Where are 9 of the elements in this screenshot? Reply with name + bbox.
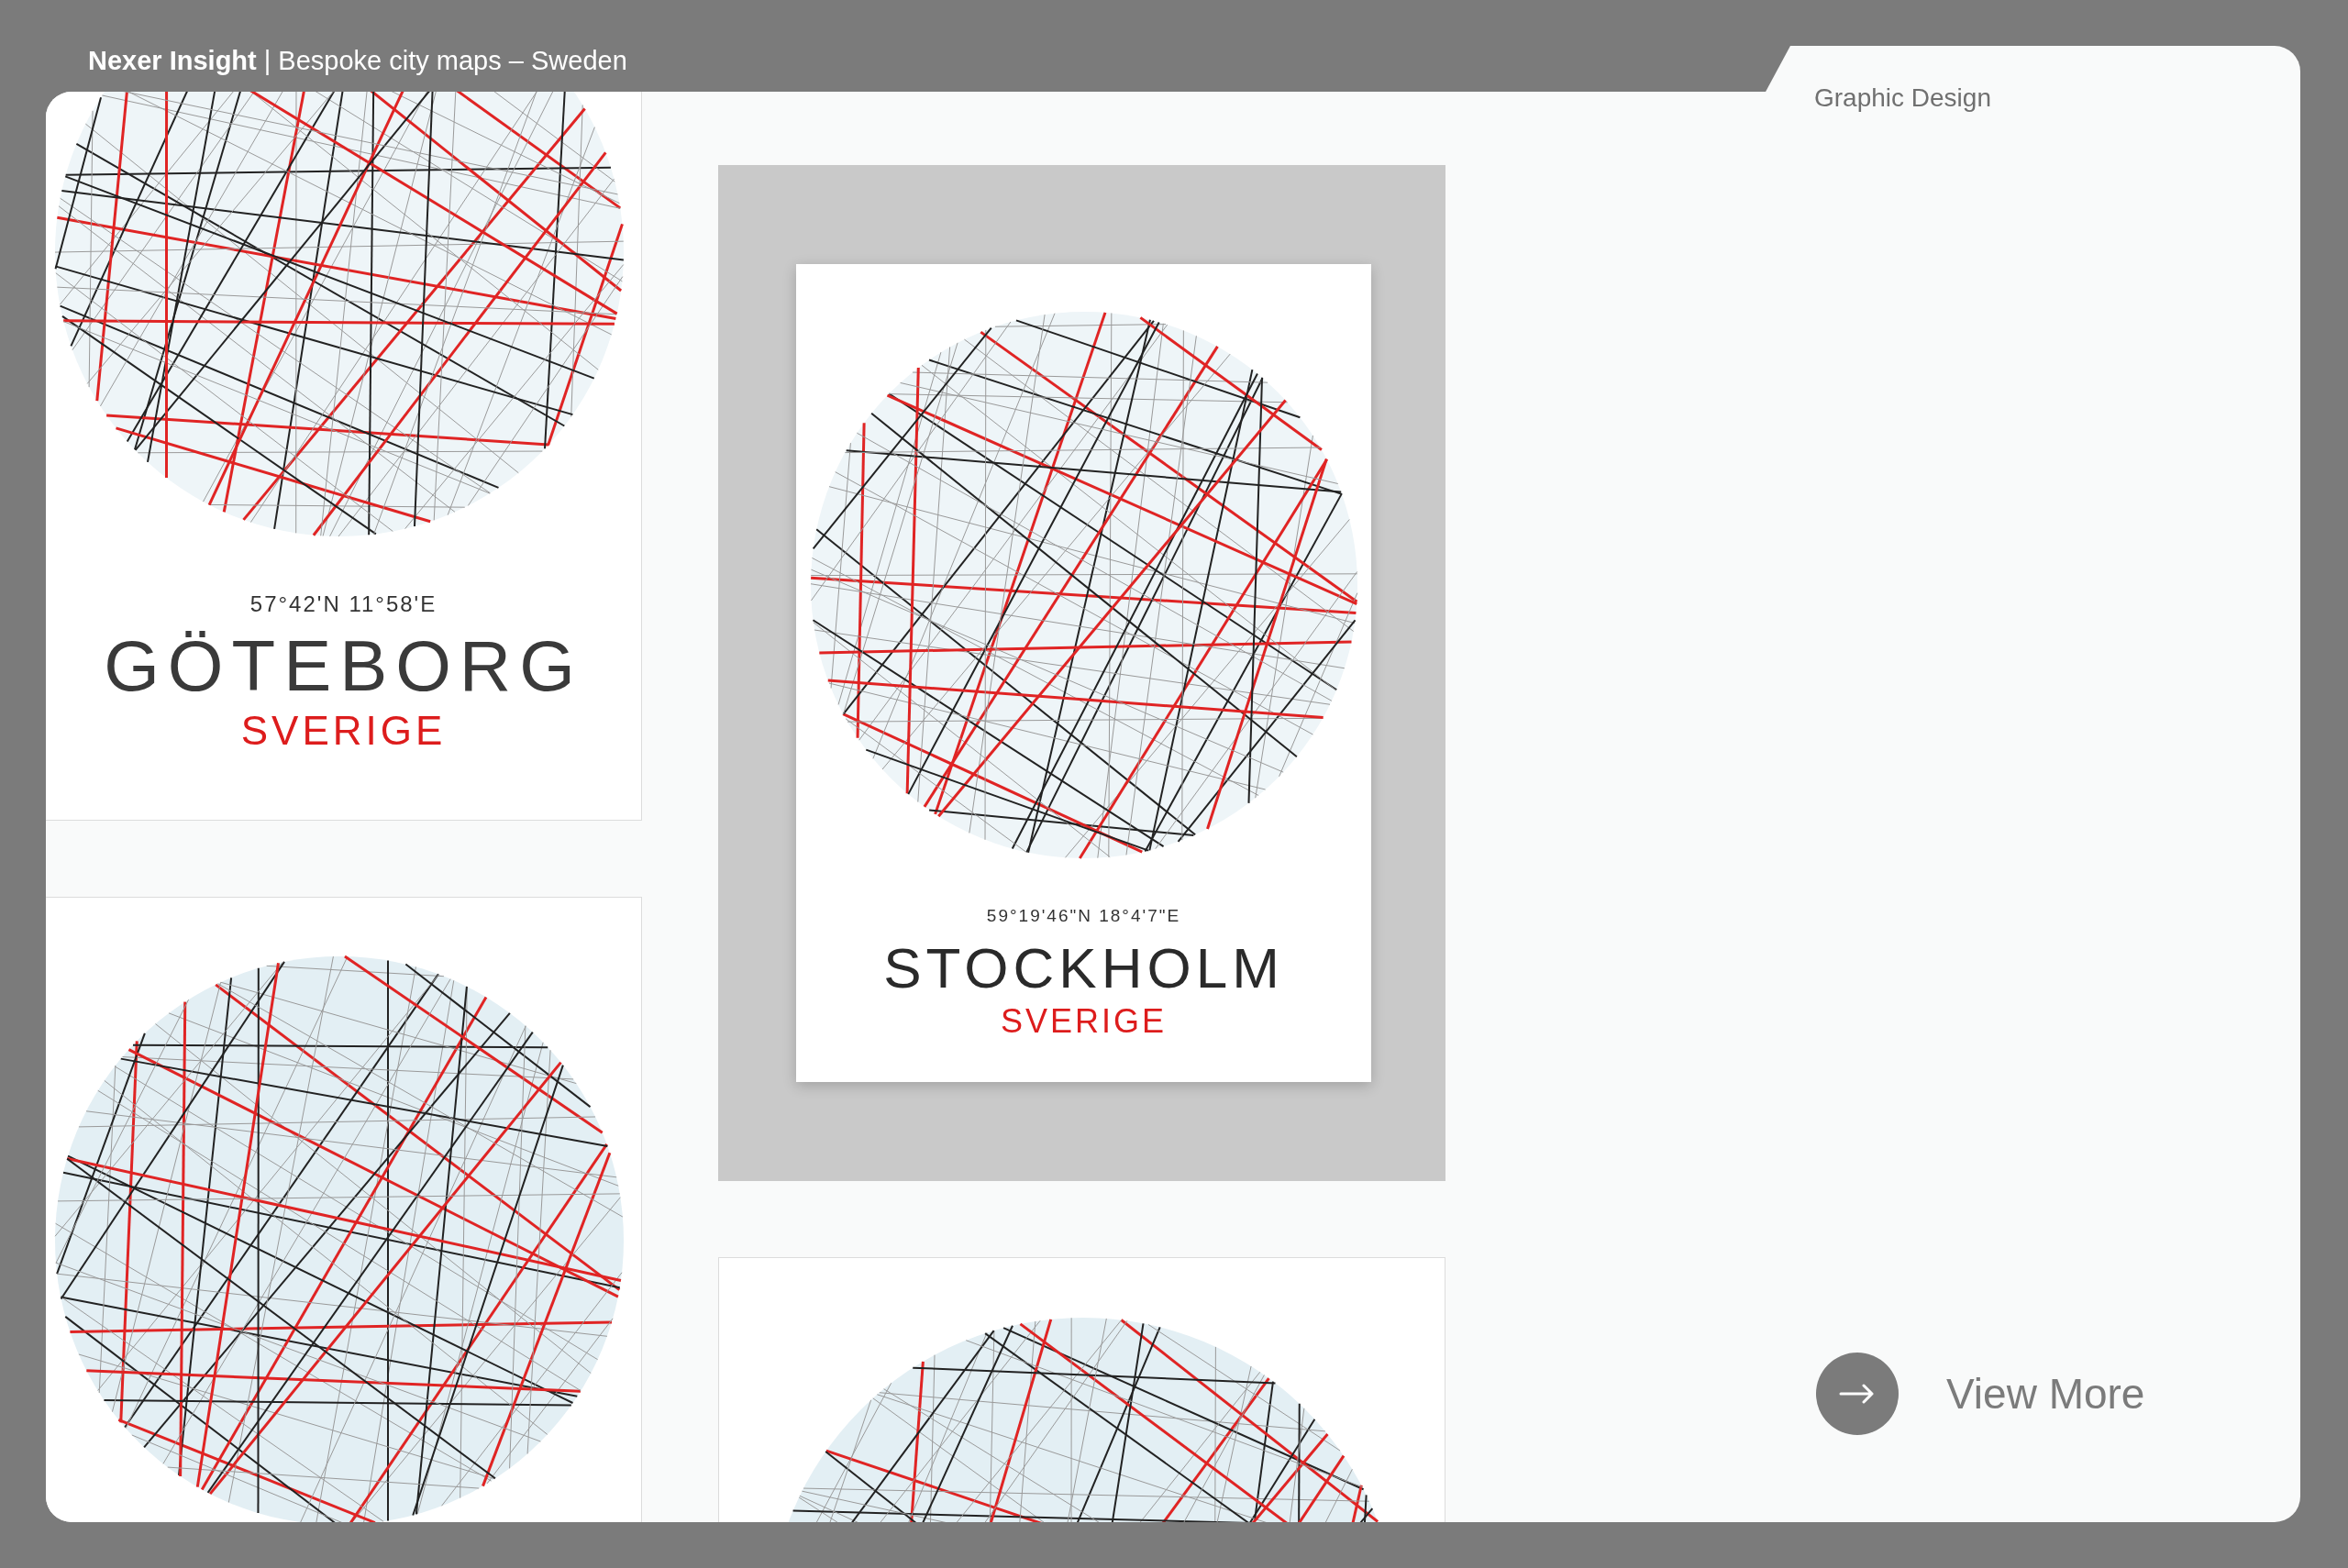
country-name: SVERIGE: [240, 708, 447, 754]
page-title: Nexer Insight | Bespoke city maps – Sweden: [87, 45, 627, 76]
city-name: STOCKHOLM: [883, 935, 1284, 1000]
city-name: GÖTEBORG: [104, 624, 583, 708]
coordinates-text: 59°19'46"N 18°4'7"E: [986, 906, 1181, 926]
coordinates-text: 57°42'N 11°58'E: [249, 591, 437, 617]
arrow-right-icon: [1839, 1383, 1876, 1405]
country-name: SVERIGE: [1000, 1002, 1168, 1041]
view-more-link[interactable]: View More: [1946, 1369, 2145, 1419]
